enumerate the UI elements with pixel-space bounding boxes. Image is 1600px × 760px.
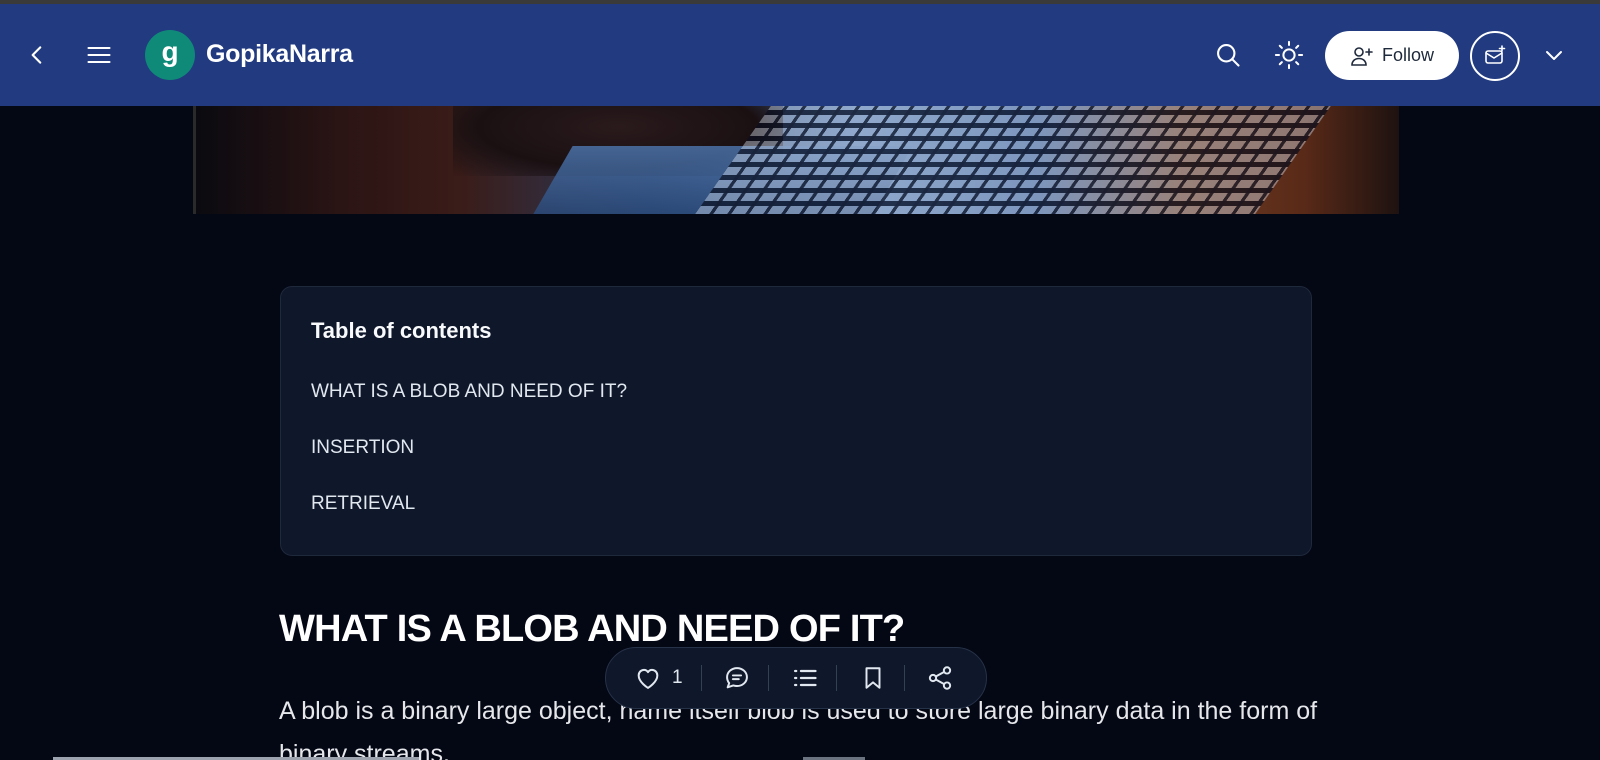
toc-item-retrieval[interactable]: RETRIEVAL [311, 493, 415, 515]
chevron-down-icon [1546, 51, 1562, 60]
table-of-contents: Table of contents WHAT IS A BLOB AND NEE… [280, 286, 1312, 556]
chevron-left-icon [31, 46, 42, 64]
user-plus-icon [1351, 46, 1373, 66]
divider [904, 665, 905, 691]
search-icon [1217, 44, 1240, 67]
divider [768, 665, 769, 691]
heart-icon [637, 668, 659, 689]
menu-button[interactable] [74, 30, 124, 80]
toc-item-blob[interactable]: WHAT IS A BLOB AND NEED OF IT? [311, 381, 627, 403]
theme-toggle-button[interactable] [1264, 30, 1314, 80]
avatar-letter: g [161, 36, 179, 67]
like-count: 1 [672, 667, 683, 688]
search-button[interactable] [1203, 30, 1253, 80]
bookmark-button[interactable] [854, 659, 892, 697]
follow-label: Follow [1381, 45, 1434, 65]
divider [701, 665, 702, 691]
newsletter-icon [1485, 45, 1506, 64]
menu-icon [87, 46, 111, 64]
blog-name[interactable]: GopikaNarra [206, 40, 353, 69]
blog-header: g GopikaNarra Follow [0, 4, 1600, 106]
cover-image [193, 106, 1399, 214]
section-heading: WHAT IS A BLOB AND NEED OF IT? [279, 608, 905, 650]
more-dropdown-button[interactable] [1529, 30, 1579, 80]
like-button[interactable]: 1 [634, 659, 683, 697]
toc-item-insertion[interactable]: INSERTION [311, 437, 414, 459]
blog-avatar[interactable]: g [145, 30, 195, 80]
toc-title: Table of contents [311, 318, 492, 343]
bookmark-icon [865, 667, 881, 689]
comment-button[interactable] [718, 659, 756, 697]
blog-page: g GopikaNarra Follow Table of contents W… [0, 0, 1600, 760]
share-icon [928, 666, 952, 690]
follow-button[interactable]: Follow [1325, 31, 1459, 80]
back-button[interactable] [12, 30, 62, 80]
newsletter-button[interactable] [1470, 31, 1520, 81]
floating-action-bar: 1 [605, 647, 987, 709]
sun-icon [1274, 40, 1304, 70]
comment-icon [726, 667, 748, 689]
divider [836, 665, 837, 691]
toc-toggle-button[interactable] [786, 659, 824, 697]
share-button[interactable] [921, 659, 959, 697]
list-icon [793, 669, 817, 687]
